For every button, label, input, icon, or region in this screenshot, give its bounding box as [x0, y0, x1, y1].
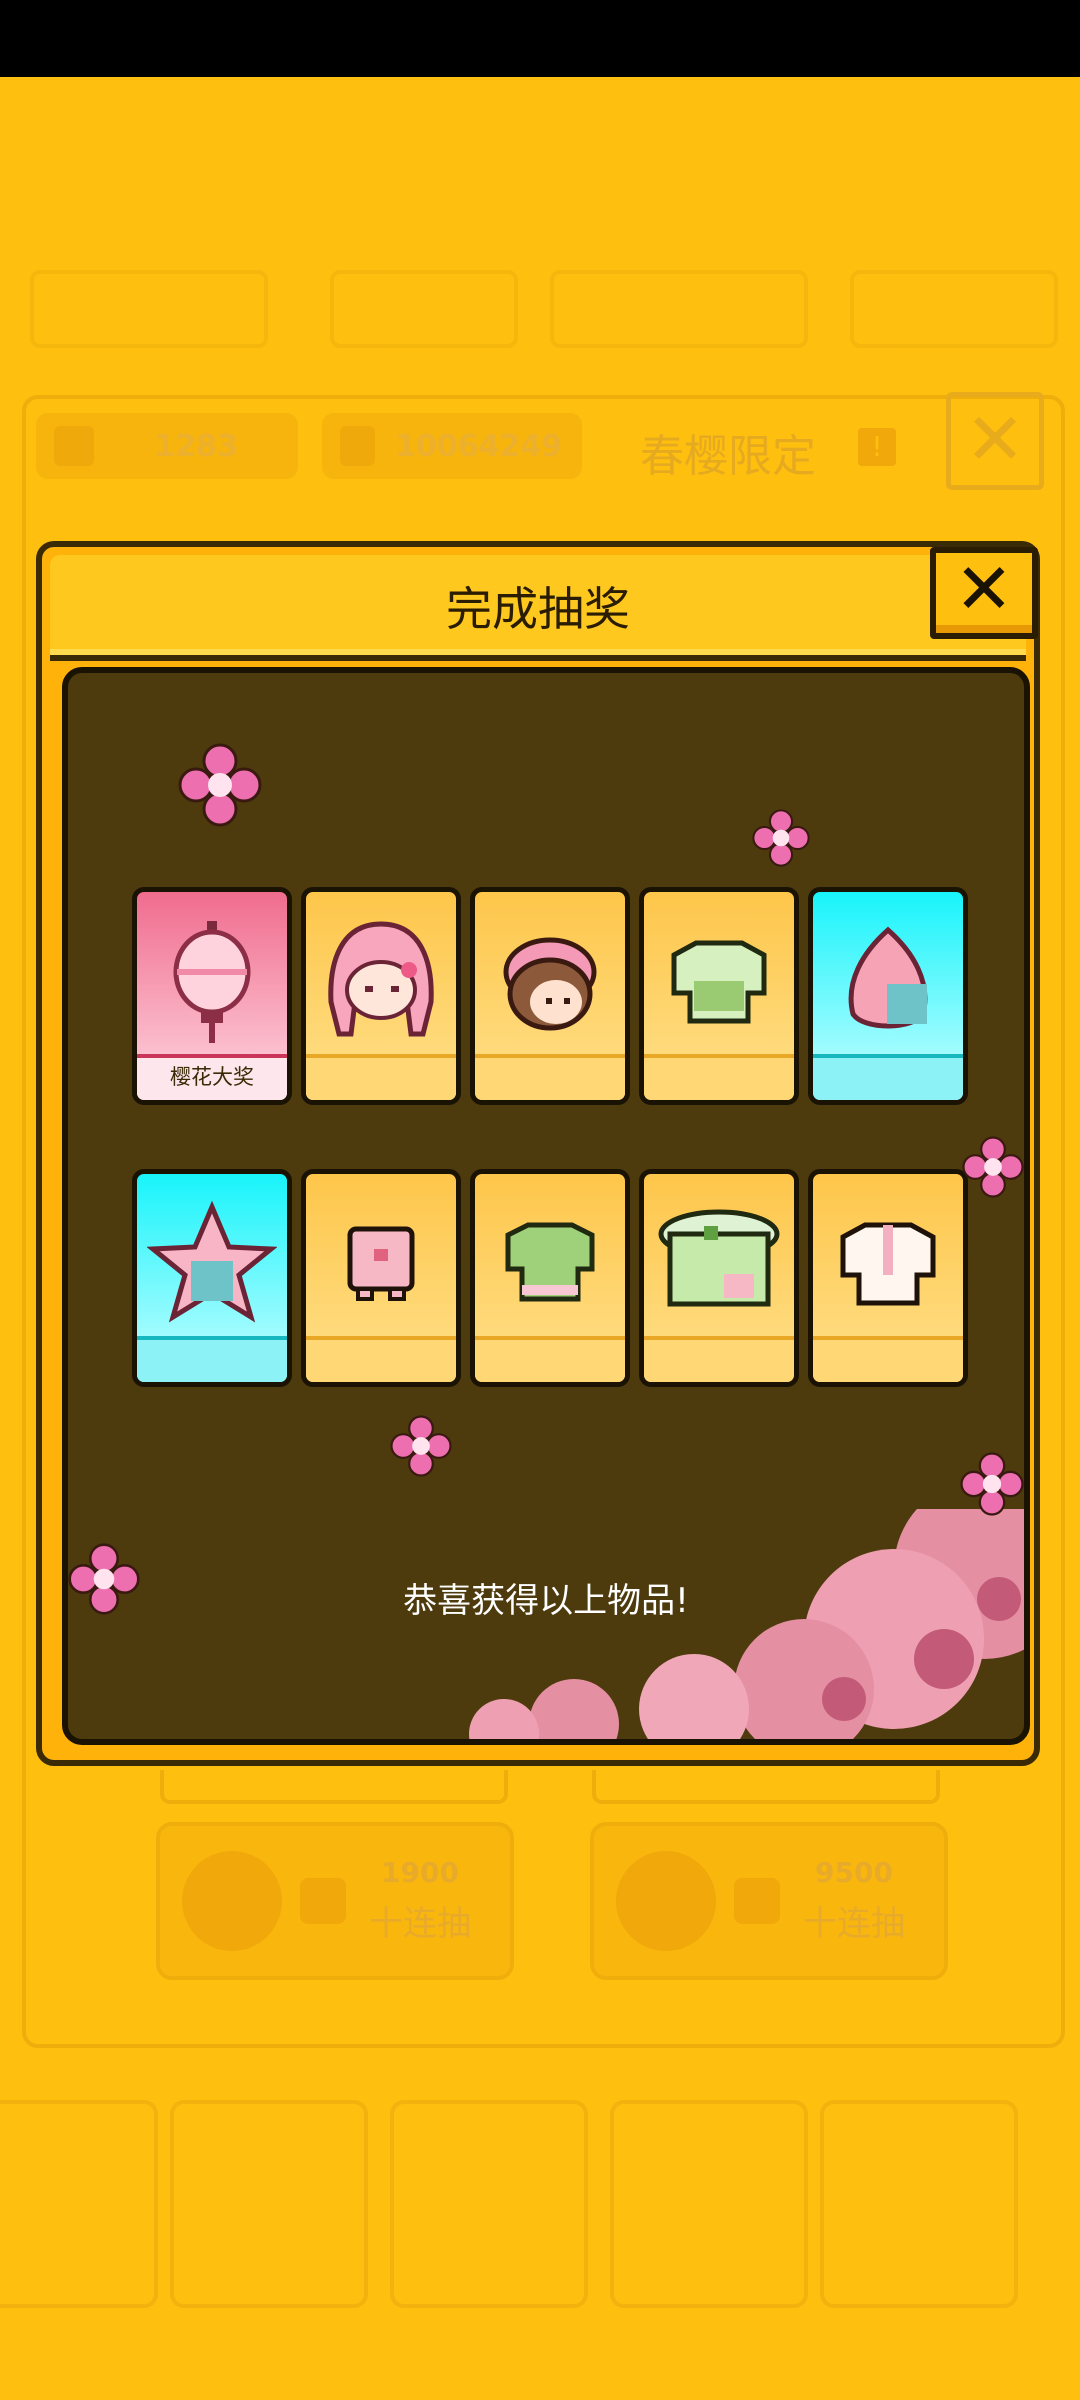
close-icon: ✕ — [954, 548, 1014, 630]
grand-prize-label: 樱花大奖 — [137, 1054, 287, 1100]
chest-icon — [182, 1851, 282, 1951]
button-cost: 9500 — [815, 1856, 893, 1889]
sakura-blossom-icon — [752, 809, 810, 867]
card-foot — [137, 1336, 287, 1382]
info-icon: ! — [858, 428, 896, 466]
shirt-icon — [306, 1194, 456, 1334]
nav-item — [820, 2100, 1018, 2308]
card-foot — [306, 1336, 456, 1382]
bg-close-icon: ✕ — [946, 392, 1044, 490]
card-foot — [644, 1054, 794, 1100]
sakura-blossom-icon — [390, 1415, 452, 1477]
chest-icon — [616, 1851, 716, 1951]
reward-card-star-outfit[interactable] — [132, 1169, 292, 1387]
coin-icon — [340, 426, 375, 466]
brown-hair-head-icon — [475, 912, 625, 1052]
bg-strip-right — [592, 1770, 940, 1804]
reward-card-green-tee[interactable] — [470, 1169, 630, 1387]
reward-card-petal-hood[interactable] — [808, 887, 968, 1105]
reward-card-sakura-lantern[interactable]: 樱花大奖 — [132, 887, 292, 1105]
reward-card-brown-hair-head[interactable] — [470, 887, 630, 1105]
card-foot — [475, 1336, 625, 1382]
girl-head-icon — [306, 912, 456, 1052]
button-label: 十连抽 — [803, 1904, 905, 1944]
petal-hood-icon — [813, 912, 963, 1052]
bg-ten-draw-gem-button: 1900 十连抽 — [156, 1822, 514, 1980]
bg-gem-counter: 1283 — [36, 413, 298, 479]
card-foot — [644, 1336, 794, 1382]
nav-item — [610, 2100, 808, 2308]
shirt-icon — [813, 1194, 963, 1334]
bg-bottom-nav — [0, 2080, 1080, 2320]
close-button[interactable]: ✕ — [930, 547, 1038, 639]
button-label: 十连抽 — [369, 1904, 471, 1944]
reward-card-white-shirt[interactable] — [808, 1169, 968, 1387]
dialog-title: 完成抽奖 — [446, 582, 630, 636]
gem-value: 1283 — [154, 428, 238, 464]
card-foot — [306, 1054, 456, 1100]
nav-item — [170, 2100, 368, 2308]
nav-item — [390, 2100, 588, 2308]
gem-icon — [54, 426, 94, 466]
card-foot — [475, 1054, 625, 1100]
bg-coin-counter: 10064249 — [322, 413, 582, 479]
lantern-icon — [137, 912, 287, 1052]
reward-card-matcha-hat[interactable] — [639, 1169, 799, 1387]
card-foot — [813, 1054, 963, 1100]
rewards-panel: 樱花大奖 恭喜获得以上物品! — [62, 667, 1030, 1745]
dialog-header: 完成抽奖 ✕ — [50, 547, 1038, 661]
shirt-icon — [475, 1194, 625, 1334]
bg-top-row — [30, 260, 1058, 350]
draw-result-dialog: 完成抽奖 ✕ 樱花大奖 恭喜获得以上物品! — [36, 541, 1040, 1766]
gem-icon — [300, 1878, 346, 1924]
card-foot — [813, 1336, 963, 1382]
bg-ten-draw-coin-button: 9500 十连抽 — [590, 1822, 948, 1980]
sakura-blossom-icon — [178, 743, 262, 827]
coin-icon — [734, 1878, 780, 1924]
button-cost: 1900 — [381, 1856, 459, 1889]
bg-event-title: 春樱限定 — [640, 431, 816, 482]
sakura-blossom-icon — [960, 1452, 1024, 1516]
matcha-cake-icon — [644, 1194, 794, 1334]
shirt-icon — [644, 912, 794, 1052]
nav-item — [0, 2100, 158, 2308]
star-outfit-icon — [137, 1194, 287, 1334]
sakura-blossom-icon — [962, 1136, 1024, 1198]
reward-card-pink-shirt[interactable] — [301, 1169, 461, 1387]
coin-value: 10064249 — [395, 428, 562, 464]
sakura-tree-icon — [469, 1509, 1024, 1739]
reward-card-green-shirt[interactable] — [639, 887, 799, 1105]
bg-strip-left — [160, 1770, 508, 1804]
reward-card-pink-hair-girl[interactable] — [301, 887, 461, 1105]
